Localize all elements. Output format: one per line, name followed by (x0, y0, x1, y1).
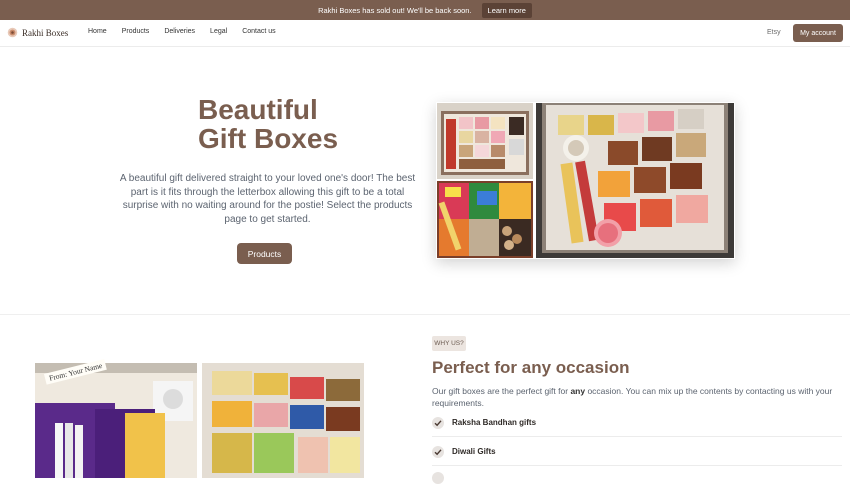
learn-more-button[interactable]: Learn more (481, 2, 532, 18)
announcement-banner: Rakhi Boxes has sold out! We'll be back … (0, 0, 850, 20)
nav-links: Home Products Deliveries Legal Contact u… (88, 28, 276, 35)
desc-text-1: Our gift boxes are the perfect gift for (432, 386, 571, 396)
hero-title-line2: Gift Boxes (198, 123, 339, 154)
feature-label: Raksha Bandhan gifts (452, 418, 537, 427)
hero-title-line1: Beautiful (198, 94, 318, 125)
nav-link-contact[interactable]: Contact us (242, 28, 275, 35)
gift-box-photo-3 (536, 103, 734, 258)
feature-item: Diwali Gifts (432, 438, 842, 466)
why-us-title: Perfect for any occasion (432, 358, 630, 377)
desc-emphasis: any (570, 386, 586, 396)
hero-description: A beautiful gift delivered straight to y… (119, 173, 416, 225)
gift-box-photo-2 (437, 181, 533, 258)
section-divider (0, 314, 850, 315)
why-us-badge: WHY US? (432, 336, 466, 351)
brand-logo[interactable]: Rakhi Boxes (7, 27, 68, 38)
brand-name: Rakhi Boxes (22, 27, 69, 38)
gift-box-photo-1 (437, 103, 533, 179)
why-us-description: Our gift boxes are the perfect gift for … (432, 385, 842, 409)
sweets-box-photo (202, 363, 364, 478)
feature-label: Diwali Gifts (452, 447, 496, 456)
products-button[interactable]: Products (237, 243, 292, 264)
nav-link-deliveries[interactable]: Deliveries (164, 28, 195, 35)
nav-link-home[interactable]: Home (88, 28, 107, 35)
check-icon (432, 416, 444, 429)
check-icon (432, 472, 444, 484)
my-account-button[interactable]: My account (793, 24, 843, 42)
check-icon (432, 445, 444, 458)
hero-title: Beautiful Gift Boxes (198, 95, 338, 153)
rakhi-flower-icon (7, 27, 18, 38)
nav-link-products[interactable]: Products (122, 28, 150, 35)
feature-item: Raksha Bandhan gifts (432, 409, 842, 437)
hero-collage (436, 102, 735, 259)
banner-text: Rakhi Boxes has sold out! We'll be back … (318, 5, 472, 15)
nav-link-legal[interactable]: Legal (210, 28, 227, 35)
etsy-link[interactable]: Etsy (767, 29, 781, 36)
top-nav: Rakhi Boxes Home Products Deliveries Leg… (0, 20, 850, 47)
feature-item-partial (432, 472, 444, 484)
